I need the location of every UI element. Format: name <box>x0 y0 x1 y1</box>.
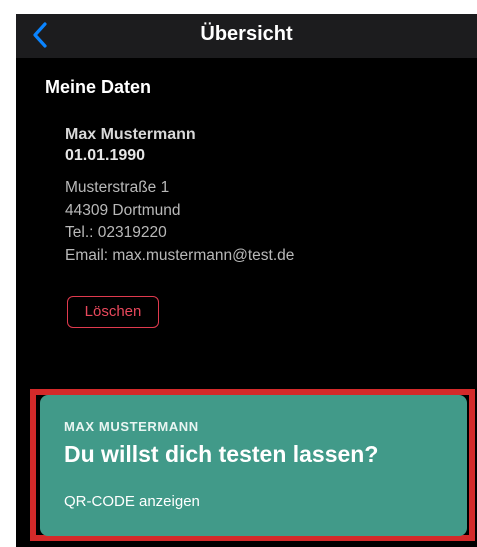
person-summary: Max Mustermann 01.01.1990 <box>65 124 196 166</box>
card-headline: Du willst dich testen lassen? <box>64 441 379 467</box>
navigation-bar: Übersicht <box>16 14 477 58</box>
page-title: Übersicht <box>200 23 293 45</box>
contact-details: Musterstraße 1 44309 Dortmund Tel.: 0231… <box>65 177 294 268</box>
address-city: 44309 Dortmund <box>65 201 181 219</box>
delete-button[interactable]: Löschen <box>67 296 159 328</box>
phone-number: Tel.: 02319220 <box>65 224 167 242</box>
show-qr-code-link[interactable]: QR-CODE anzeigen <box>64 492 200 512</box>
section-title: Meine Daten <box>45 77 152 97</box>
address-street: Musterstraße 1 <box>65 179 170 196</box>
app-screen: Übersicht Meine Daten Max Mustermann 01.… <box>16 14 477 547</box>
card-person-name: MAX MUSTERMANN <box>64 419 199 434</box>
person-birthdate: 01.01.1990 <box>65 147 146 164</box>
person-name: Max Mustermann <box>65 126 196 143</box>
email-address: Email: max.mustermann@test.de <box>65 247 295 265</box>
test-card[interactable]: MAX MUSTERMANN Du willst dich testen las… <box>40 395 467 536</box>
